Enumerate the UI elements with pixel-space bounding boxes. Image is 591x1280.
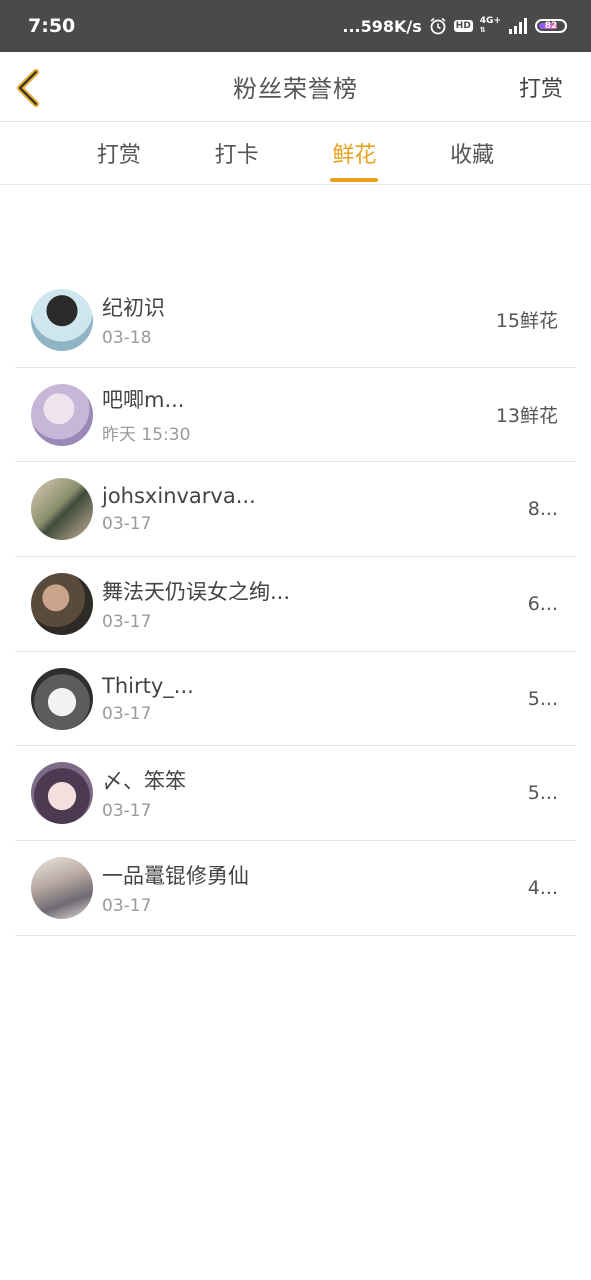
tab-label: 打赏 <box>96 143 141 168</box>
list-item[interactable]: 一品鼍锟修勇仙 03-17 4... <box>15 841 576 936</box>
gift-date: 03-17 <box>102 895 152 916</box>
tab-flowers[interactable]: 鲜花 <box>296 122 414 184</box>
user-name: 舞法天仍误女之绚... <box>102 579 291 604</box>
avatar <box>31 478 93 541</box>
gift-date: 03-17 <box>102 514 152 535</box>
hd-icon: HD <box>453 20 473 32</box>
gift-date: 03-17 <box>102 703 152 724</box>
user-name: 纪初识 <box>102 295 165 320</box>
tab-label: 收藏 <box>450 143 495 168</box>
user-name: Thirty_... <box>102 673 194 698</box>
avatar <box>31 762 93 825</box>
list-item[interactable]: Thirty_... 03-17 5... <box>15 652 576 747</box>
tab-label: 打卡 <box>214 143 259 168</box>
network-type: 4G+ ⇅ <box>480 17 501 35</box>
battery-icon: 82 <box>535 19 567 33</box>
user-info: 纪初识 03-18 <box>102 292 496 348</box>
status-indicators: ...598K/s HD 4G+ ⇅ 82 <box>342 17 567 36</box>
flower-count: 5... <box>527 782 558 805</box>
gift-date: 03-18 <box>102 327 152 348</box>
user-info: 吧唧m... 昨天 15:30 <box>102 384 496 445</box>
avatar <box>31 667 93 730</box>
list-item[interactable]: 吧唧m... 昨天 15:30 13鲜花 <box>15 368 576 463</box>
flower-count: 8... <box>527 498 558 521</box>
user-name: 一品鼍锟修勇仙 <box>102 863 249 888</box>
gift-date: 03-17 <box>102 801 152 822</box>
tab-collect[interactable]: 收藏 <box>413 122 591 184</box>
user-info: johsxinvarva... 03-17 <box>102 484 528 534</box>
user-name: 〆、笨笨 <box>102 769 186 794</box>
page-title: 粉丝荣誉榜 <box>233 75 358 103</box>
battery-level: 82 <box>544 21 558 31</box>
alarm-icon <box>429 17 447 35</box>
net-speed: ...598K/s <box>342 16 422 36</box>
user-name: johsxinvarva... <box>102 484 256 509</box>
signal-icon <box>508 18 528 34</box>
flower-count: 5... <box>527 687 558 710</box>
user-name: 吧唧m... <box>102 388 185 413</box>
gift-date: 03-17 <box>102 611 152 632</box>
status-time: 7:50 <box>28 15 76 37</box>
avatar <box>31 572 93 635</box>
flower-count: 13鲜花 <box>495 405 558 428</box>
nav-bar: 粉丝荣誉榜 打赏 <box>0 52 591 122</box>
reward-button[interactable]: 打赏 <box>519 71 563 103</box>
back-arrow-icon[interactable] <box>14 68 44 108</box>
flower-count: 4... <box>527 876 558 899</box>
avatar <box>31 383 93 446</box>
list-item[interactable]: 舞法天仍误女之绚... 03-17 6... <box>15 557 576 652</box>
tab-bar: 打赏 打卡 鲜花 收藏 <box>0 122 591 185</box>
flower-count: 6... <box>527 592 558 615</box>
user-info: 〆、笨笨 03-17 <box>102 765 528 821</box>
tab-checkin[interactable]: 打卡 <box>178 122 296 184</box>
avatar <box>31 288 93 351</box>
list-item[interactable]: 纪初识 03-18 15鲜花 <box>15 273 576 368</box>
gift-date: 昨天 15:30 <box>102 425 191 446</box>
list-item[interactable]: johsxinvarva... 03-17 8... <box>15 462 576 558</box>
user-info: 舞法天仍误女之绚... 03-17 <box>102 576 528 632</box>
status-bar: 7:50 ...598K/s HD 4G+ ⇅ 82 <box>0 0 591 52</box>
user-info: Thirty_... 03-17 <box>102 674 528 724</box>
network-label: 4G+ <box>479 16 501 26</box>
fan-ranking-list: 纪初识 03-18 15鲜花吧唧m... 昨天 15:30 13鲜花 johsxinvar… <box>0 273 591 936</box>
avatar <box>31 856 93 919</box>
list-item[interactable]: 〆、笨笨 03-17 5... <box>15 746 576 842</box>
tab-reward[interactable]: 打赏 <box>0 122 178 184</box>
tab-label: 鲜花 <box>332 143 377 168</box>
user-info: 一品鼍锟修勇仙 03-17 <box>102 860 528 916</box>
network-arrows: ⇅ <box>479 26 486 34</box>
flower-count: 15鲜花 <box>495 310 558 333</box>
active-tab-indicator <box>330 178 379 182</box>
